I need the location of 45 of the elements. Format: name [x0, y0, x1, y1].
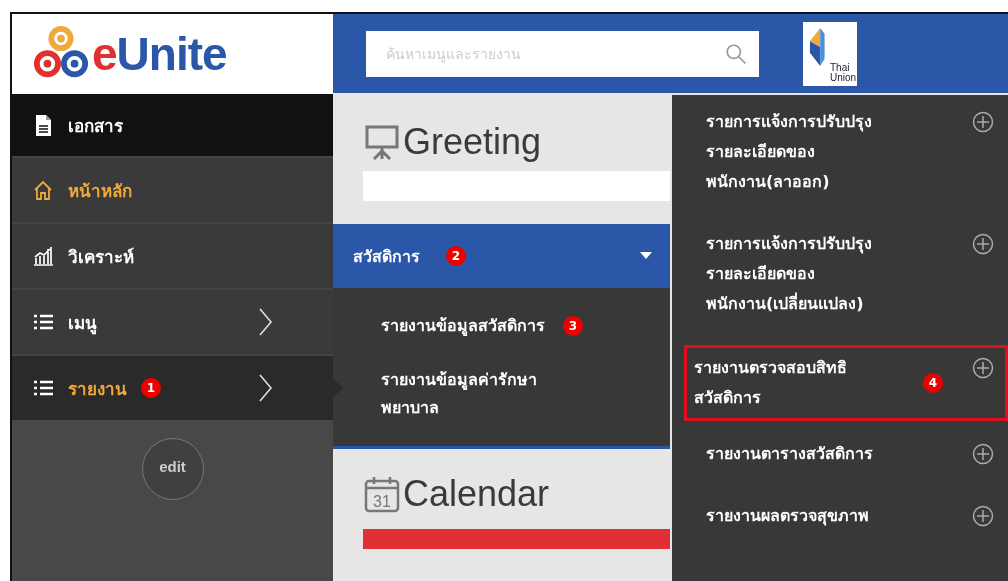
chevron-right-icon — [257, 373, 273, 403]
number-badge: 1 — [141, 378, 161, 398]
edit-button[interactable]: edit — [141, 438, 204, 500]
home-icon — [32, 179, 54, 201]
chevron-right-icon — [257, 307, 273, 337]
category-label: สวัสดิการ — [353, 245, 420, 268]
item-label: วิเคราะห์ — [68, 245, 134, 269]
plus-circle-icon — [972, 357, 994, 379]
item-label: หน้าหลัก — [68, 179, 132, 203]
submenu-item[interactable]: รายงานข้อมูลค่ารักษา พยาบาล — [333, 356, 670, 432]
category-header[interactable]: สวัสดิการ 2 — [333, 224, 670, 288]
flyout-item[interactable]: รายการแจ้งการปรับปรุง รายละเอียดของ พนักงาน(เปลี่ยนแปลง) — [684, 223, 1008, 325]
sidebar-item[interactable]: เมนู — [12, 290, 333, 356]
section-title: Calendar — [403, 473, 550, 515]
sidebar-item[interactable]: วิเคราะห์ — [12, 224, 333, 290]
chart-icon — [32, 245, 54, 267]
item-label: รายการแจ้งการปรับปรุง รายละเอียดของ พนักงาน(ลาออก) — [706, 111, 873, 193]
sidebar-item[interactable]: หน้าหลัก — [12, 158, 333, 224]
plus-circle-icon — [972, 233, 994, 255]
flyout-item[interactable]: รายงานตารางสวัสดิการ — [684, 433, 1008, 475]
plus-circle-icon — [972, 505, 994, 527]
plus-circle-icon — [972, 111, 994, 133]
number-badge: 3 — [563, 316, 583, 336]
item-label: เอกสาร — [68, 114, 123, 138]
sidebar-item[interactable]: รายงาน 1 — [12, 356, 333, 420]
number-badge: 4 — [923, 373, 943, 393]
item-label: รายงานตรวจสอบสิทธิ สวัสดิการ — [694, 357, 848, 409]
item-label: รายงานตารางสวัสดิการ — [706, 443, 874, 465]
flyout-item[interactable]: รายงานผลตรวจสุขภาพ — [684, 495, 1008, 537]
number-badge: 2 — [446, 246, 466, 266]
plus-circle-icon — [972, 443, 994, 465]
flyout-item[interactable]: รายงานตรวจสอบสิทธิ สวัสดิการ 4 — [684, 345, 1008, 421]
item-label: รายการแจ้งการปรับปรุง รายละเอียดของ พนักงาน(เปลี่ยนแปลง) — [706, 233, 873, 315]
partner-logo-text: Thai Union — [830, 62, 857, 85]
caret-down-icon — [640, 252, 652, 260]
submenu-item[interactable]: รายงานข้อมูลสวัสดิการ 3 — [333, 296, 670, 356]
item-label: รายงาน — [68, 377, 127, 401]
search-icon — [725, 42, 747, 65]
presentation-board-icon — [363, 123, 401, 161]
app-logo: eUnite — [92, 27, 227, 81]
section-title: Greeting — [403, 121, 542, 163]
item-label: รายงานผลตรวจสุขภาพ — [706, 505, 870, 528]
item-label: เมนู — [68, 311, 97, 336]
sidebar-item[interactable]: เอกสาร — [12, 94, 333, 158]
flyout-item[interactable]: รายการแจ้งการปรับปรุง รายละเอียดของ พนักงาน(ลาออก) — [684, 101, 1008, 203]
